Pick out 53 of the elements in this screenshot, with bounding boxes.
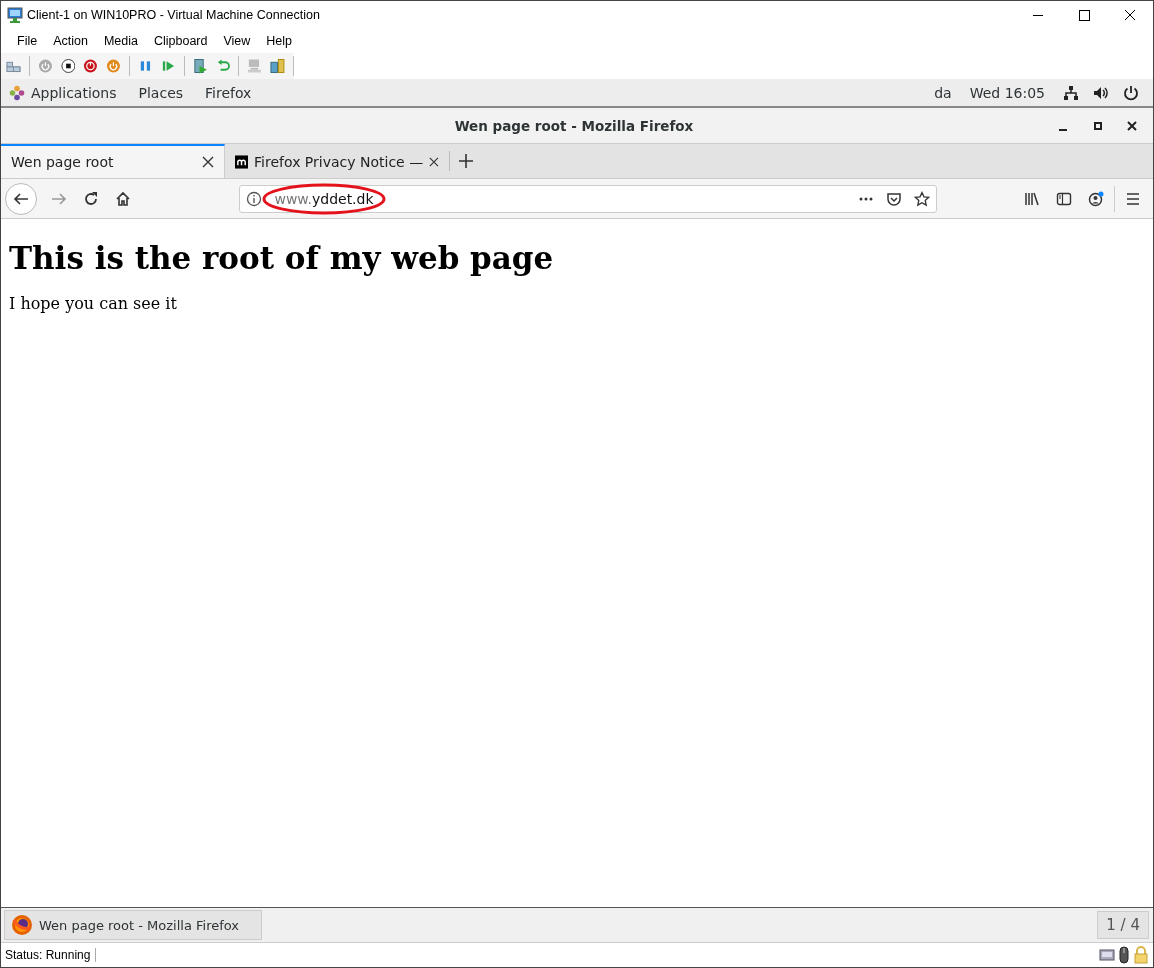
window-title: Client-1 on WIN10PRO - Virtual Machine Connection xyxy=(27,8,321,22)
clock[interactable]: Wed 16:05 xyxy=(969,84,1045,101)
new-tab-icon[interactable] xyxy=(458,153,474,169)
revert-icon[interactable] xyxy=(215,58,231,74)
forward-icon[interactable] xyxy=(51,190,67,207)
menu-icon[interactable] xyxy=(1125,190,1141,207)
page-heading: This is the root of my web page xyxy=(9,240,555,276)
topbar-menu[interactable]: Places xyxy=(138,84,184,101)
volume-icon[interactable] xyxy=(1093,84,1109,101)
browser-tab[interactable]: Firefox Privacy Notice — xyxy=(225,144,449,178)
lock-icon xyxy=(1133,946,1149,964)
menu-item[interactable]: Clipboard xyxy=(145,34,216,48)
window-title: Wen page root - Mozilla Firefox xyxy=(453,117,695,134)
power-icon[interactable] xyxy=(1123,84,1139,101)
menu-item[interactable]: View xyxy=(215,34,259,48)
stop-icon[interactable] xyxy=(60,58,76,74)
topbar-menu[interactable]: Applications xyxy=(31,84,117,101)
home-icon[interactable] xyxy=(115,190,131,207)
pocket-icon[interactable] xyxy=(886,190,902,207)
monitor-icon xyxy=(7,7,23,23)
info-icon[interactable] xyxy=(246,190,262,207)
sidebar-icon[interactable] xyxy=(1056,190,1072,207)
menu-item[interactable]: File xyxy=(9,34,46,48)
network-icon[interactable] xyxy=(1063,84,1079,101)
play-icon[interactable] xyxy=(160,58,176,74)
library-icon[interactable] xyxy=(1024,190,1040,207)
menu-item[interactable]: Media xyxy=(95,34,146,48)
close-icon[interactable] xyxy=(429,156,439,168)
back-button[interactable] xyxy=(5,182,37,215)
keyboard-icon xyxy=(1099,947,1115,963)
star-icon[interactable] xyxy=(914,190,930,207)
address-bar[interactable]: www.yddet.dk xyxy=(239,184,937,213)
url-text: www.yddet.dk xyxy=(274,190,374,207)
workspace-indicator[interactable]: 1 / 4 xyxy=(1097,911,1149,939)
left-arrow-icon xyxy=(13,190,29,207)
keyboard-layout[interactable]: da xyxy=(934,84,952,101)
taskbar-button[interactable]: Wen page root - Mozilla Firefox xyxy=(4,910,262,940)
reload-icon[interactable] xyxy=(83,190,99,207)
status-text: Status: Running xyxy=(1,948,97,962)
tab-title: Wen page root xyxy=(11,154,115,170)
mouse-icon xyxy=(1118,946,1130,964)
applications-icon[interactable] xyxy=(9,84,25,101)
menu-item[interactable]: Action xyxy=(45,34,96,48)
topbar-menu[interactable]: Firefox xyxy=(205,84,252,101)
power-icon[interactable] xyxy=(83,58,99,74)
tab-title: Firefox Privacy Notice — xyxy=(254,154,424,170)
pause-icon[interactable] xyxy=(138,58,153,74)
account-icon[interactable] xyxy=(1088,190,1104,207)
browser-tab[interactable]: Wen page root xyxy=(1,144,225,178)
site-icon xyxy=(235,154,249,170)
menu-item[interactable]: Help xyxy=(258,34,301,48)
page-paragraph: I hope you can see it xyxy=(9,294,178,313)
close-icon[interactable] xyxy=(202,156,214,168)
